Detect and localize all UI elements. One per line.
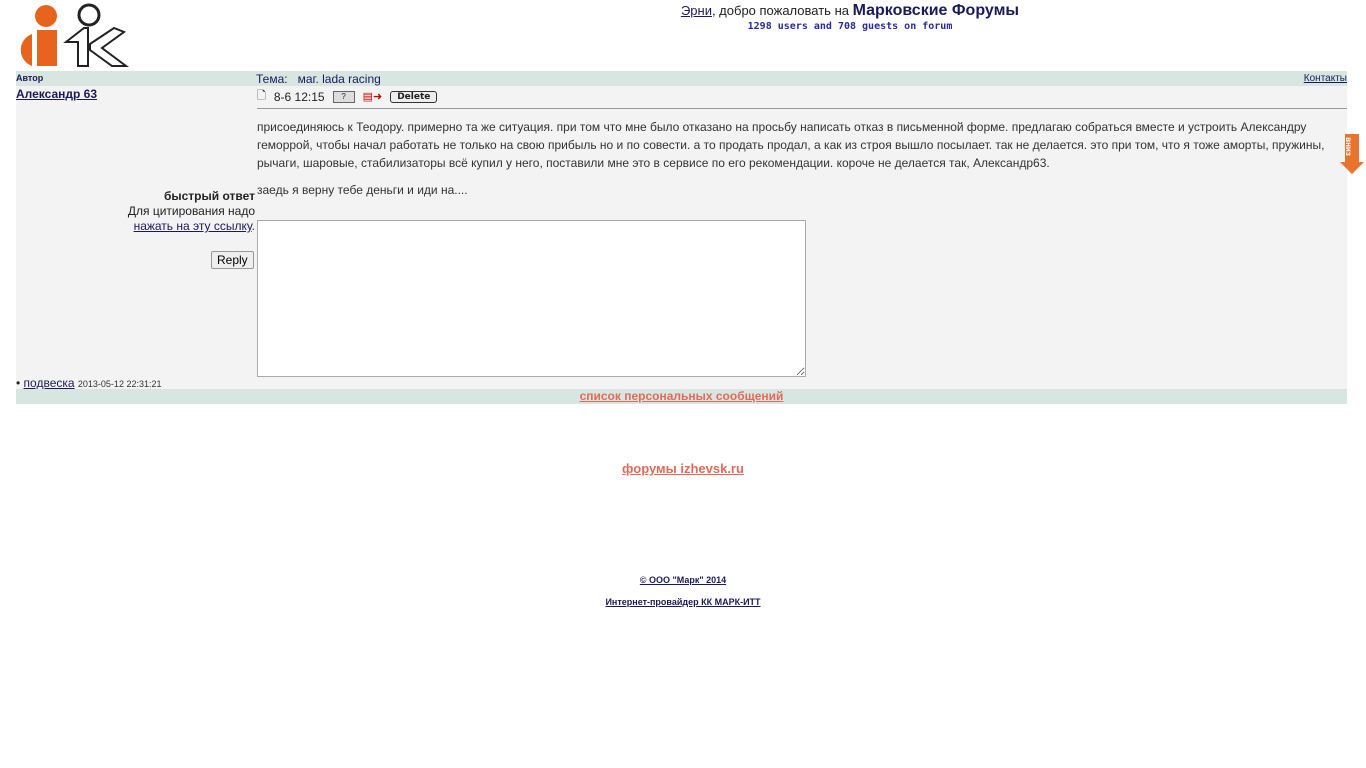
tag-item: • подвеска 2013-05-12 22:31:21 <box>16 376 162 390</box>
online-stats: 1298 users and 708 guests on forum <box>747 21 953 32</box>
user-link[interactable]: Эрни <box>681 3 712 18</box>
reply-button[interactable]: Reply <box>211 251 254 269</box>
tag-date: 2013-05-12 22:31:21 <box>77 379 162 389</box>
isp-link[interactable]: Интернет-провайдер КК МАРК-ИТТ <box>605 597 760 607</box>
post-document-icon[interactable]: 🗋 <box>257 87 266 106</box>
post-text-2: заедь я верну тебе деньги и иди на.... <box>257 183 468 197</box>
pm-list-link[interactable]: список персональных сообщений <box>580 389 784 403</box>
quote-link[interactable]: нажать на эту ссылку <box>134 219 252 233</box>
welcome-line: Эрни, добро пожаловать на Марковские Фор… <box>600 2 1100 20</box>
post-body: присоединяюсь к Теодору. примерно та же … <box>257 118 1342 199</box>
topic-label: Тема: <box>256 72 288 86</box>
post-time: 8-6 12:15 <box>273 89 325 104</box>
edit-icon[interactable]: ▤➜ <box>363 90 383 103</box>
post-author-link[interactable]: Александр 63 <box>16 87 97 101</box>
scroll-down-button[interactable]: вниз <box>1340 134 1364 174</box>
table-header: Автор Тема: маг. lada racing Контакты <box>16 71 1347 86</box>
quote-hint: Для цитирования надо <box>127 204 255 218</box>
author-column-label: Автор <box>16 73 44 83</box>
reply-textarea[interactable] <box>257 220 806 377</box>
arrow-down-icon <box>1340 162 1364 174</box>
quick-reply-title: быстрый ответ <box>163 189 255 203</box>
tag-link[interactable]: подвеска <box>24 376 75 390</box>
site-logo[interactable] <box>14 2 129 68</box>
post-text: присоединяюсь к Теодору. примерно та же … <box>257 120 1325 170</box>
topic-title: Тема: маг. lada racing <box>256 72 381 86</box>
isp: Интернет-провайдер КК МАРК-ИТТ <box>0 597 1366 607</box>
delete-button[interactable]: Delete <box>390 90 438 103</box>
post-toolbar: 🗋 8-6 12:15 ? ▤➜ Delete <box>257 87 438 106</box>
scroll-down-label: вниз <box>1343 137 1353 156</box>
forums-footer: форумы izhevsk.ru <box>0 461 1366 476</box>
copyright: © ООО "Марк" 2014 <box>0 575 1366 585</box>
quote-icon[interactable]: ? <box>332 90 355 103</box>
post-divider <box>257 108 1347 109</box>
contacts-link[interactable]: Контакты <box>1304 73 1347 84</box>
topic-name: маг. lada racing <box>297 72 381 86</box>
copyright-link[interactable]: © ООО "Марк" 2014 <box>640 575 726 585</box>
forums-link[interactable]: форумы izhevsk.ru <box>622 461 744 476</box>
welcome-text: , добро пожаловать на <box>711 3 853 18</box>
pm-band: список персональных сообщений <box>16 389 1347 404</box>
quick-reply-info: быстрый ответ Для цитирования надо нажат… <box>16 189 255 234</box>
forum-title: Марковские Форумы <box>852 2 1020 19</box>
